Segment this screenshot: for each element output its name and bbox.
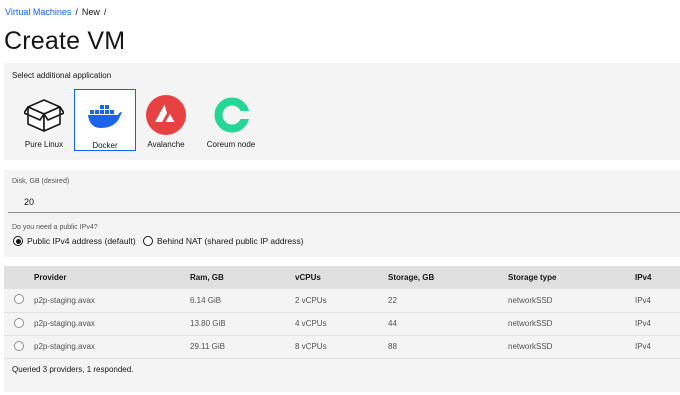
column-header-storage: Storage, GB [388,273,435,282]
application-selector: Select additional application Pure Linux [4,63,680,160]
row-select-radio[interactable] [14,317,24,328]
cell-provider: p2p-staging.avax [34,342,95,351]
cell-storage-type: networkSSD [508,342,553,351]
cell-storage-type: networkSSD [508,295,553,305]
app-tile-label: Avalanche [147,140,185,149]
cell-ipv4: IPv4 [635,342,652,351]
cell-storage: 44 [388,319,397,328]
avalanche-logo-icon [145,94,187,136]
app-tile-label: Docker [92,141,118,150]
cell-provider: p2p-staging.avax [34,319,95,328]
table-header-row: Provider Ram, GB vCPUs Storage, GB Stora… [4,266,680,289]
app-tile-coreum-node[interactable]: Coreum node [198,89,264,151]
column-header-ram: Ram, GB [190,273,224,282]
column-header-provider: Provider [34,273,67,282]
box-icon [23,94,65,136]
app-tile-label: Pure Linux [24,140,64,149]
cell-storage: 88 [388,342,397,351]
disk-size-input[interactable] [8,191,680,213]
breadcrumb-link-virtual-machines[interactable]: Virtual Machines [5,7,71,17]
page-title: Create VM [4,27,126,55]
app-tile-pure-linux[interactable]: Pure Linux [13,89,75,151]
cell-ram: 13.80 GiB [190,319,226,328]
providers-table-container: Provider Ram, GB vCPUs Storage, GB Stora… [4,266,680,392]
disk-size-label: Disk, GB (desired) [12,178,70,185]
cell-vcpus: 2 vCPUs [295,295,327,305]
breadcrumb-separator: / [103,7,107,17]
cell-vcpus: 8 vCPUs [295,342,327,351]
radio-label: Behind NAT (shared public IP address) [157,236,304,246]
column-header-vcpus: vCPUs [295,273,321,282]
app-tile-docker[interactable]: Docker [74,89,136,151]
cell-provider: p2p-staging.avax [34,295,95,305]
radio-behind-nat[interactable]: Behind NAT (shared public IP address) [143,236,303,246]
radio-public-ipv4[interactable]: Public IPv4 address (default) [13,236,136,246]
vm-options-form: Disk, GB (desired) Do you need a public … [4,170,680,257]
table-row[interactable]: p2p-staging.avax 6.14 GiB 2 vCPUs 22 net… [4,289,680,312]
breadcrumb: Virtual Machines / New / [5,7,106,17]
cell-ram: 6.14 GiB [190,295,222,305]
cell-storage: 22 [388,295,397,305]
cell-vcpus: 4 vCPUs [295,319,327,328]
cell-storage-type: networkSSD [508,319,553,328]
breadcrumb-separator: / [75,7,78,17]
docker-whale-icon [84,95,126,137]
radio-button-checked[interactable] [13,236,23,246]
cell-ram: 29.11 GiB [190,342,225,351]
ipv4-question-label: Do you need a public IPv4? [12,224,98,231]
row-select-radio[interactable] [14,340,24,351]
table-row[interactable]: p2p-staging.avax 13.80 GiB 4 vCPUs 44 ne… [4,312,680,335]
table-row[interactable]: p2p-staging.avax 29.11 GiB 8 vCPUs 88 ne… [4,335,680,358]
cell-ipv4: IPv4 [635,295,652,305]
app-tile-label: Coreum node [206,140,256,149]
cell-ipv4: IPv4 [635,319,652,328]
column-header-ipv4: IPv4 [635,273,652,282]
radio-label: Public IPv4 address (default) [27,236,136,246]
query-status-text: Queried 3 providers, 1 responded. [12,365,134,374]
column-header-storage-type: Storage type [508,273,557,282]
radio-button[interactable] [143,236,153,246]
providers-table: Provider Ram, GB vCPUs Storage, GB Stora… [4,266,680,359]
breadcrumb-current: New [81,7,100,17]
row-select-radio[interactable] [14,294,24,305]
app-tile-avalanche[interactable]: Avalanche [135,89,197,151]
coreum-logo-icon [210,94,252,136]
application-selector-label: Select additional application [12,71,112,80]
